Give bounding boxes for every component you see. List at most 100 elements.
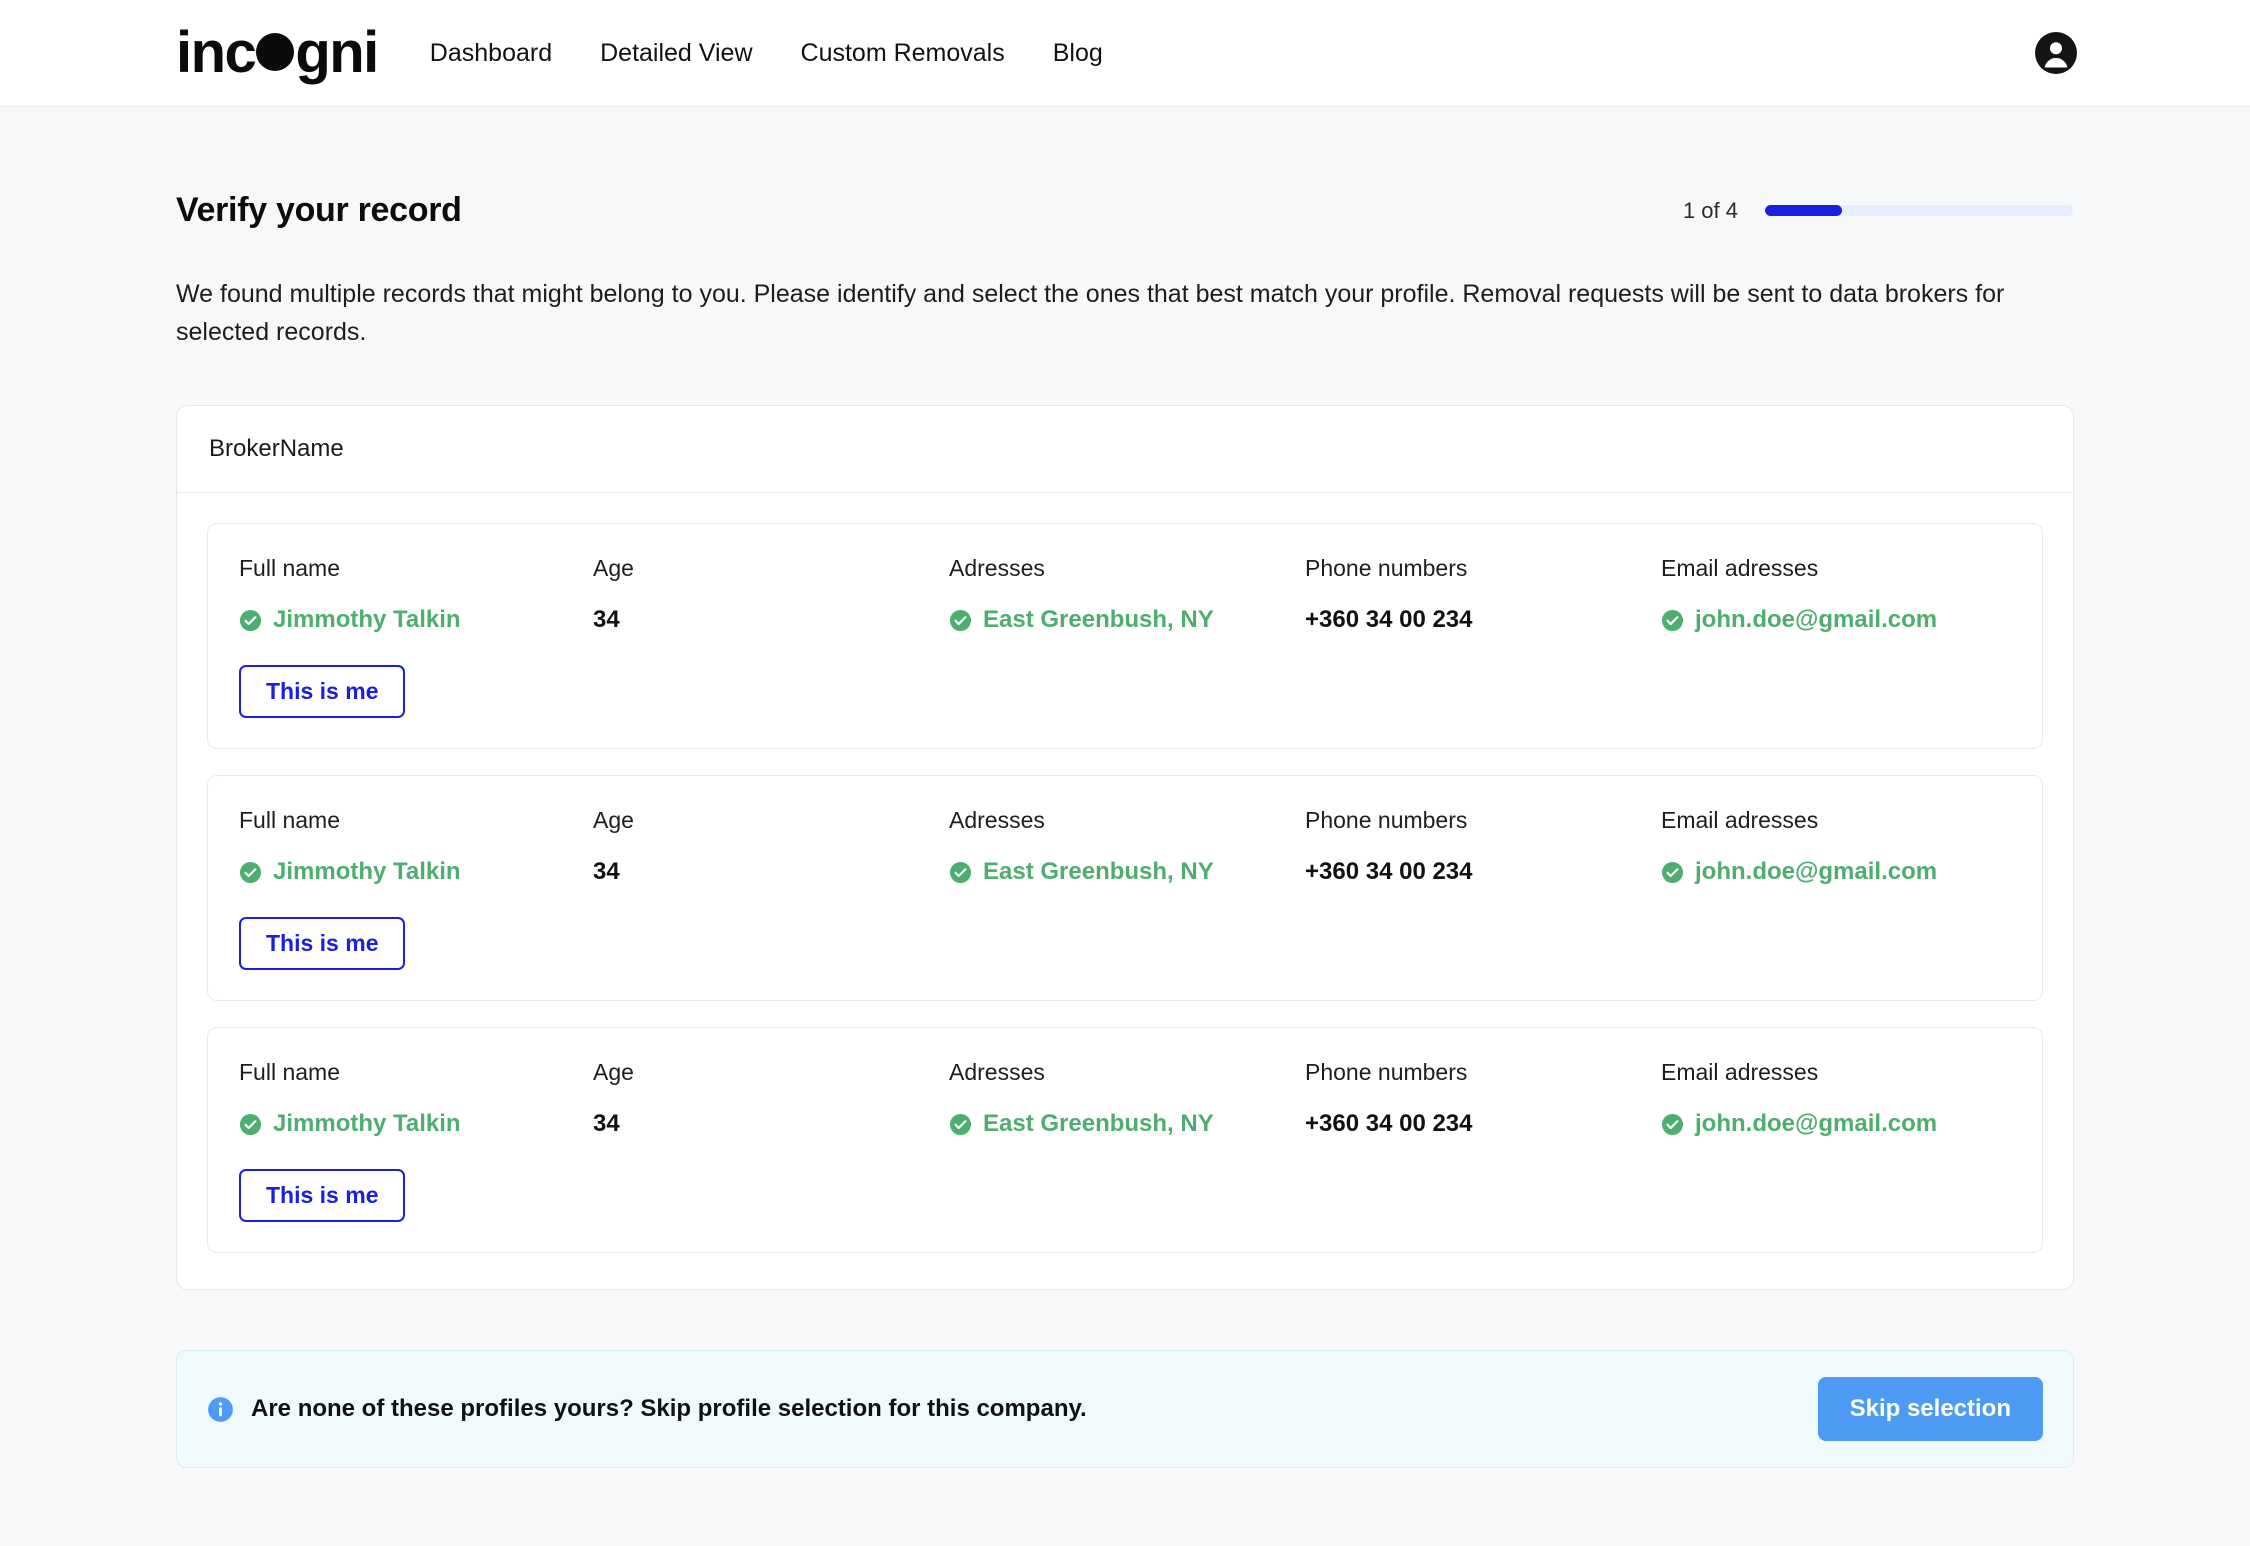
- column-header-email: Email adresses: [1661, 557, 2011, 580]
- record-grid: Full name Jimmothy Talkin Age 34 Adre: [239, 557, 2011, 632]
- record-value-age: 34: [593, 1112, 949, 1136]
- column-header-email: Email adresses: [1661, 1061, 2011, 1084]
- nav-item-custom-removals[interactable]: Custom Removals: [801, 41, 1005, 66]
- record-value-address: East Greenbush, NY: [949, 608, 1305, 632]
- record-column-phone: Phone numbers +360 34 00 234: [1305, 1061, 1661, 1136]
- verified-check-icon: [949, 861, 972, 884]
- broker-name: BrokerName: [209, 435, 344, 462]
- record-value-age: 34: [593, 860, 949, 884]
- skip-banner-message-group: Are none of these profiles yours? Skip p…: [207, 1395, 1087, 1423]
- record-email-text: john.doe@gmail.com: [1695, 608, 1937, 632]
- column-header-age: Age: [593, 809, 949, 832]
- column-header-address: Adresses: [949, 557, 1305, 580]
- progress-bar-fill: [1765, 205, 1842, 216]
- this-is-me-button[interactable]: This is me: [239, 917, 405, 970]
- account-circle-icon[interactable]: [2034, 31, 2078, 75]
- verified-check-icon: [1661, 861, 1684, 884]
- record-full-name-text: Jimmothy Talkin: [273, 860, 461, 884]
- broker-card: BrokerName Full name Jimmothy Talkin Age: [176, 405, 2074, 1290]
- record-phone-text: +360 34 00 234: [1305, 608, 1473, 632]
- info-circle-icon: [207, 1396, 234, 1423]
- verified-check-icon: [239, 609, 262, 632]
- record-card[interactable]: Full name Jimmothy Talkin Age 34 Adre: [207, 1027, 2043, 1253]
- record-value-phone: +360 34 00 234: [1305, 608, 1661, 632]
- incogni-logo[interactable]: inc gni: [176, 24, 378, 82]
- verified-check-icon: [949, 609, 972, 632]
- record-column-email: Email adresses john.doe@gmail.com: [1661, 557, 2011, 632]
- record-column-address: Adresses East Greenbush, NY: [949, 809, 1305, 884]
- progress-bar-track: [1765, 205, 2073, 216]
- record-card[interactable]: Full name Jimmothy Talkin Age 34 Adre: [207, 775, 2043, 1001]
- record-address-text: East Greenbush, NY: [983, 1112, 1214, 1136]
- column-header-address: Adresses: [949, 1061, 1305, 1084]
- step-progress-label: 1 of 4: [1683, 198, 1738, 224]
- record-age-text: 34: [593, 860, 620, 884]
- column-header-age: Age: [593, 557, 949, 580]
- record-column-age: Age 34: [593, 809, 949, 884]
- record-grid: Full name Jimmothy Talkin Age 34 Adre: [239, 1061, 2011, 1136]
- record-value-email: john.doe@gmail.com: [1661, 860, 2011, 884]
- record-value-phone: +360 34 00 234: [1305, 1112, 1661, 1136]
- record-age-text: 34: [593, 1112, 620, 1136]
- record-address-text: East Greenbush, NY: [983, 860, 1214, 884]
- record-column-age: Age 34: [593, 1061, 949, 1136]
- nav-item-blog[interactable]: Blog: [1053, 41, 1103, 66]
- record-value-email: john.doe@gmail.com: [1661, 608, 2011, 632]
- broker-records-list: Full name Jimmothy Talkin Age 34 Adre: [177, 493, 2073, 1289]
- record-full-name-text: Jimmothy Talkin: [273, 608, 461, 632]
- nav-item-detailed-view[interactable]: Detailed View: [600, 41, 752, 66]
- column-header-email: Email adresses: [1661, 809, 2011, 832]
- skip-banner-text: Are none of these profiles yours? Skip p…: [251, 1395, 1087, 1423]
- column-header-phone: Phone numbers: [1305, 809, 1661, 832]
- record-grid: Full name Jimmothy Talkin Age 34 Adre: [239, 809, 2011, 884]
- logo-text-before: inc: [176, 24, 255, 82]
- column-header-phone: Phone numbers: [1305, 1061, 1661, 1084]
- record-column-phone: Phone numbers +360 34 00 234: [1305, 557, 1661, 632]
- record-value-age: 34: [593, 608, 949, 632]
- page-content: Verify your record 1 of 4 We found multi…: [0, 107, 2250, 1468]
- record-value-phone: +360 34 00 234: [1305, 860, 1661, 884]
- record-column-full-name: Full name Jimmothy Talkin: [239, 809, 593, 884]
- record-column-email: Email adresses john.doe@gmail.com: [1661, 809, 2011, 884]
- intro-text: We found multiple records that might bel…: [176, 276, 2036, 351]
- this-is-me-button[interactable]: This is me: [239, 1169, 405, 1222]
- verified-check-icon: [239, 861, 262, 884]
- record-value-full-name: Jimmothy Talkin: [239, 860, 593, 884]
- record-value-full-name: Jimmothy Talkin: [239, 608, 593, 632]
- verified-check-icon: [239, 1113, 262, 1136]
- record-value-address: East Greenbush, NY: [949, 860, 1305, 884]
- nav-item-dashboard[interactable]: Dashboard: [430, 41, 552, 66]
- skip-selection-button[interactable]: Skip selection: [1818, 1377, 2043, 1441]
- record-address-text: East Greenbush, NY: [983, 608, 1214, 632]
- record-column-age: Age 34: [593, 557, 949, 632]
- step-progress: 1 of 4: [1683, 198, 2074, 224]
- this-is-me-button[interactable]: This is me: [239, 665, 405, 718]
- record-value-address: East Greenbush, NY: [949, 1112, 1305, 1136]
- filled-circle-o-icon: [256, 33, 294, 71]
- record-value-email: john.doe@gmail.com: [1661, 1112, 2011, 1136]
- record-card[interactable]: Full name Jimmothy Talkin Age 34 Adre: [207, 523, 2043, 749]
- column-header-full-name: Full name: [239, 1061, 593, 1084]
- broker-card-header: BrokerName: [177, 406, 2073, 493]
- record-email-text: john.doe@gmail.com: [1695, 860, 1937, 884]
- record-column-full-name: Full name Jimmothy Talkin: [239, 1061, 593, 1136]
- record-column-email: Email adresses john.doe@gmail.com: [1661, 1061, 2011, 1136]
- column-header-address: Adresses: [949, 809, 1305, 832]
- record-column-address: Adresses East Greenbush, NY: [949, 1061, 1305, 1136]
- main-navigation: Dashboard Detailed View Custom Removals …: [430, 41, 1103, 66]
- record-email-text: john.doe@gmail.com: [1695, 1112, 1937, 1136]
- verified-check-icon: [949, 1113, 972, 1136]
- logo-text-after: gni: [295, 24, 377, 82]
- verified-check-icon: [1661, 1113, 1684, 1136]
- title-row: Verify your record 1 of 4: [176, 107, 2074, 230]
- site-header: inc gni Dashboard Detailed View Custom R…: [0, 0, 2250, 107]
- record-phone-text: +360 34 00 234: [1305, 860, 1473, 884]
- record-value-full-name: Jimmothy Talkin: [239, 1112, 593, 1136]
- column-header-phone: Phone numbers: [1305, 557, 1661, 580]
- record-column-phone: Phone numbers +360 34 00 234: [1305, 809, 1661, 884]
- skip-selection-banner: Are none of these profiles yours? Skip p…: [176, 1350, 2074, 1468]
- column-header-age: Age: [593, 1061, 949, 1084]
- record-phone-text: +360 34 00 234: [1305, 1112, 1473, 1136]
- record-column-address: Adresses East Greenbush, NY: [949, 557, 1305, 632]
- verified-check-icon: [1661, 609, 1684, 632]
